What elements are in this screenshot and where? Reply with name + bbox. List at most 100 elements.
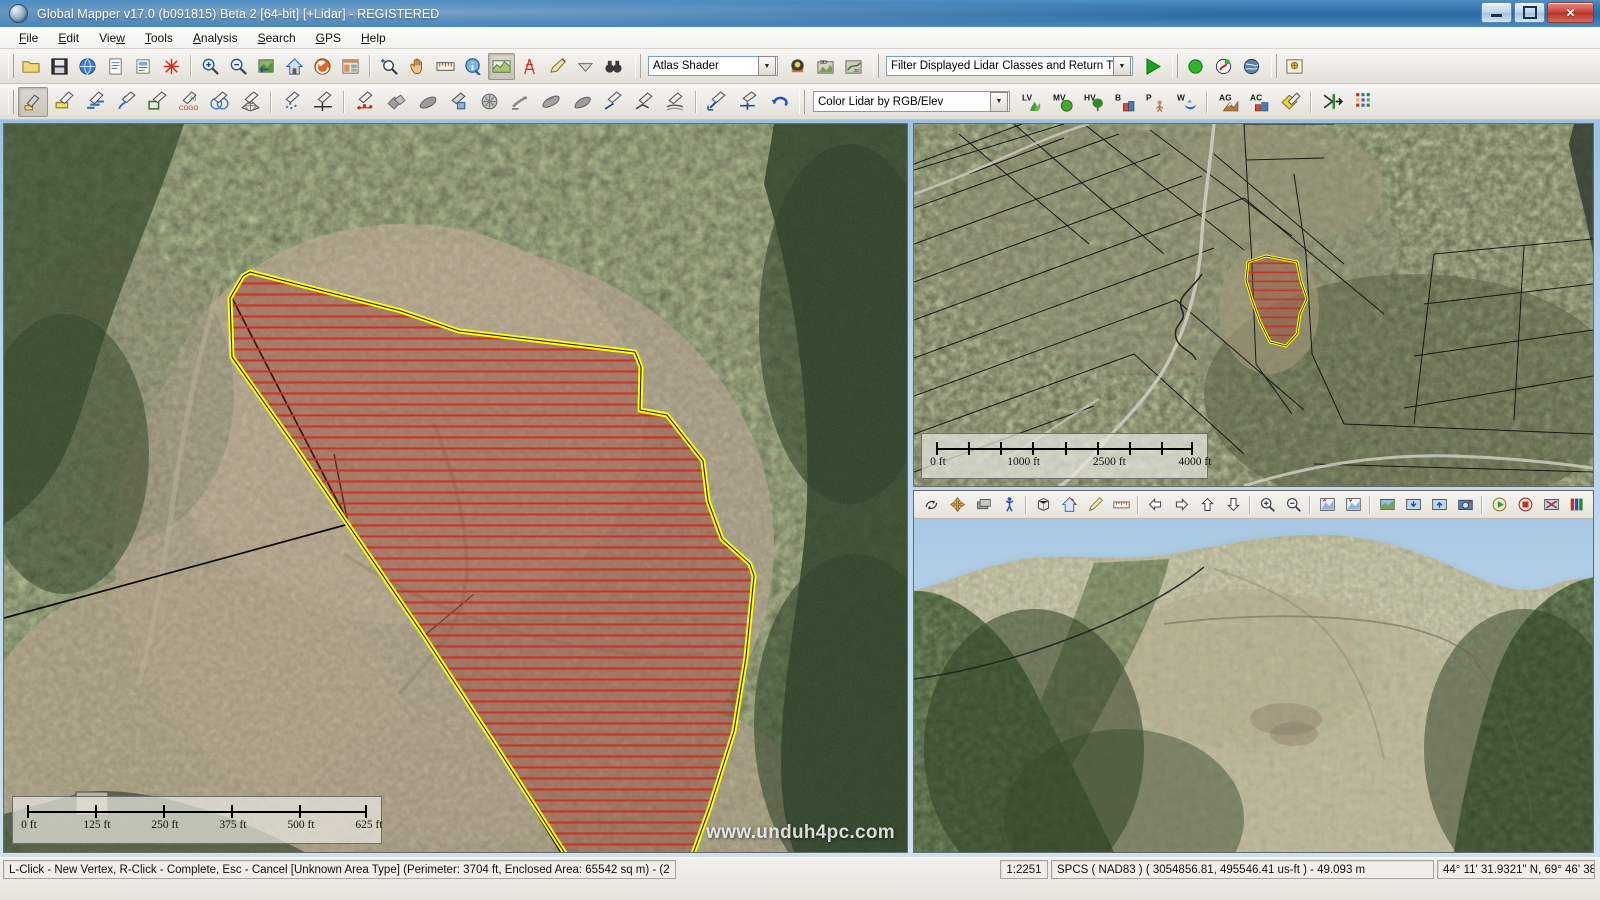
- lidar-grid-button[interactable]: [1348, 87, 1378, 117]
- class-w-button[interactable]: W: [1171, 87, 1201, 117]
- 3d-view-panel[interactable]: [913, 490, 1594, 853]
- tilt-down-button[interactable]: [1220, 492, 1246, 517]
- measure-tool-button[interactable]: [432, 53, 459, 80]
- menu-analysis[interactable]: Analysis: [183, 29, 248, 47]
- elevate-feature-button[interactable]: [733, 87, 763, 117]
- chevron-down-icon[interactable]: ▼: [990, 91, 1008, 112]
- map-layout-button[interactable]: [1281, 53, 1308, 80]
- create-buffer-button[interactable]: [204, 87, 234, 117]
- extract-lidar-button[interactable]: [1317, 87, 1347, 117]
- pan-3d-button[interactable]: [944, 492, 970, 517]
- lidar-color-select[interactable]: Color Lidar by RGB/Elev ▼: [813, 91, 1010, 112]
- stop-flythrough-button[interactable]: [1512, 492, 1538, 517]
- copy-features-button[interactable]: [536, 87, 566, 117]
- export-3d-button[interactable]: [1538, 492, 1564, 517]
- load-texture-button[interactable]: [1426, 492, 1452, 517]
- class-lv-button[interactable]: LV: [1016, 87, 1046, 117]
- class-mv-button[interactable]: MV: [1047, 87, 1077, 117]
- zoom-tool-button[interactable]: [376, 53, 403, 80]
- gps-track-button[interactable]: [1210, 53, 1237, 80]
- layer-order-button[interactable]: [970, 492, 996, 517]
- move-features-button[interactable]: [505, 87, 535, 117]
- toolbar-grip[interactable]: [635, 54, 641, 78]
- undo-button[interactable]: [764, 87, 794, 117]
- rotate-view-button[interactable]: [918, 492, 944, 517]
- lidar-apply-button[interactable]: [1139, 53, 1166, 80]
- 3d-settings-button[interactable]: [1564, 492, 1590, 517]
- combine-areas-button[interactable]: [381, 87, 411, 117]
- menu-help[interactable]: Help: [351, 29, 396, 47]
- reshape-area-button[interactable]: [474, 87, 504, 117]
- close-button[interactable]: ✕: [1547, 2, 1594, 23]
- tilt-up-button[interactable]: [1194, 492, 1220, 517]
- edit-vertices-button[interactable]: [350, 87, 380, 117]
- path-profile-tool-button[interactable]: [516, 53, 543, 80]
- menu-search[interactable]: Search: [248, 29, 306, 47]
- walk-mode-button[interactable]: [996, 492, 1022, 517]
- vertical-exaggeration-up-button[interactable]: [1314, 492, 1340, 517]
- chevron-down-icon[interactable]: ▼: [1113, 56, 1131, 76]
- bounding-box-button[interactable]: [1030, 492, 1056, 517]
- digitizer-select-button[interactable]: [18, 86, 48, 117]
- 3d-terrain-render[interactable]: [914, 519, 1593, 852]
- overview-map-view[interactable]: 0 ft 1000 ft 2500 ft 4000 ft: [913, 123, 1594, 487]
- zoom-in-button[interactable]: [197, 53, 224, 80]
- menu-edit[interactable]: Edit: [48, 29, 89, 47]
- lidar-draw-button[interactable]: [1275, 87, 1305, 117]
- coordinate-geometry-button[interactable]: 3d COGO: [173, 87, 203, 117]
- globe-view-button[interactable]: [1238, 53, 1265, 80]
- zoom-out-3d-button[interactable]: [1280, 492, 1306, 517]
- maximize-button[interactable]: [1514, 2, 1545, 23]
- smooth-features-button[interactable]: [277, 87, 307, 117]
- create-grid-button[interactable]: [235, 87, 265, 117]
- shader-dropdown-button[interactable]: [572, 53, 599, 80]
- advanced-feature-button[interactable]: [567, 87, 597, 117]
- create-rectangle-button[interactable]: [142, 87, 172, 117]
- crop-features-button[interactable]: [412, 87, 442, 117]
- toolbar-grip[interactable]: [8, 54, 14, 78]
- 3d-path-fly-through-button[interactable]: 3D: [840, 53, 867, 80]
- toolbar-grip[interactable]: [8, 89, 14, 114]
- class-b-button[interactable]: B: [1109, 87, 1139, 117]
- area-from-lines-button[interactable]: [598, 87, 628, 117]
- menu-gps[interactable]: GPS: [306, 29, 351, 47]
- offset-features-button[interactable]: [660, 87, 690, 117]
- class-hv-button[interactable]: HV: [1078, 87, 1108, 117]
- split-feature-button[interactable]: [308, 87, 338, 117]
- coordinate-convert-button[interactable]: [544, 53, 571, 80]
- toolbar-grip[interactable]: [1172, 54, 1178, 78]
- minimize-button[interactable]: [1481, 2, 1512, 23]
- main-map-view[interactable]: 0 ft 125 ft 250 ft 375 ft 500 ft 625 ft www.u…: [3, 123, 908, 853]
- draw-3d-button[interactable]: [1082, 492, 1108, 517]
- capture-snapshot-button[interactable]: [1452, 492, 1478, 517]
- reset-view-button[interactable]: [1056, 492, 1082, 517]
- menu-tools[interactable]: Tools: [135, 29, 183, 47]
- find-features-button[interactable]: [600, 53, 627, 80]
- measure-3d-button[interactable]: [1108, 492, 1134, 517]
- overlay-control-center-button[interactable]: [337, 53, 364, 80]
- zoom-to-layer-button[interactable]: [253, 53, 280, 80]
- select-by-attribute-button[interactable]: [443, 87, 473, 117]
- shader-select[interactable]: Atlas Shader ▼: [648, 56, 778, 76]
- toolbar-grip[interactable]: [873, 54, 879, 78]
- measure-distance-button[interactable]: [702, 87, 732, 117]
- save-workspace-button[interactable]: [46, 53, 73, 80]
- toolbar-grip[interactable]: [1271, 54, 1277, 78]
- rotate-left-button[interactable]: [1142, 492, 1168, 517]
- background-color-button[interactable]: [1374, 492, 1400, 517]
- previous-view-button[interactable]: [309, 53, 336, 80]
- terrain-options-button[interactable]: [784, 53, 811, 80]
- create-line-button[interactable]: [80, 87, 110, 117]
- class-p-button[interactable]: P: [1140, 87, 1170, 117]
- menu-view[interactable]: View: [89, 29, 135, 47]
- pan-tool-button[interactable]: [404, 53, 431, 80]
- lidar-filter-select[interactable]: Filter Displayed Lidar Classes and Retur…: [886, 56, 1133, 76]
- toolbar-grip[interactable]: [799, 89, 805, 114]
- class-ac-button[interactable]: AC: [1244, 87, 1274, 117]
- open-ecw-button[interactable]: [130, 53, 157, 80]
- open-online-data-button[interactable]: [74, 53, 101, 80]
- green-circle-button[interactable]: [1182, 53, 1209, 80]
- open-file-button[interactable]: [18, 53, 45, 80]
- vertical-exaggeration-down-button[interactable]: [1340, 492, 1366, 517]
- zoom-in-3d-button[interactable]: [1254, 492, 1280, 517]
